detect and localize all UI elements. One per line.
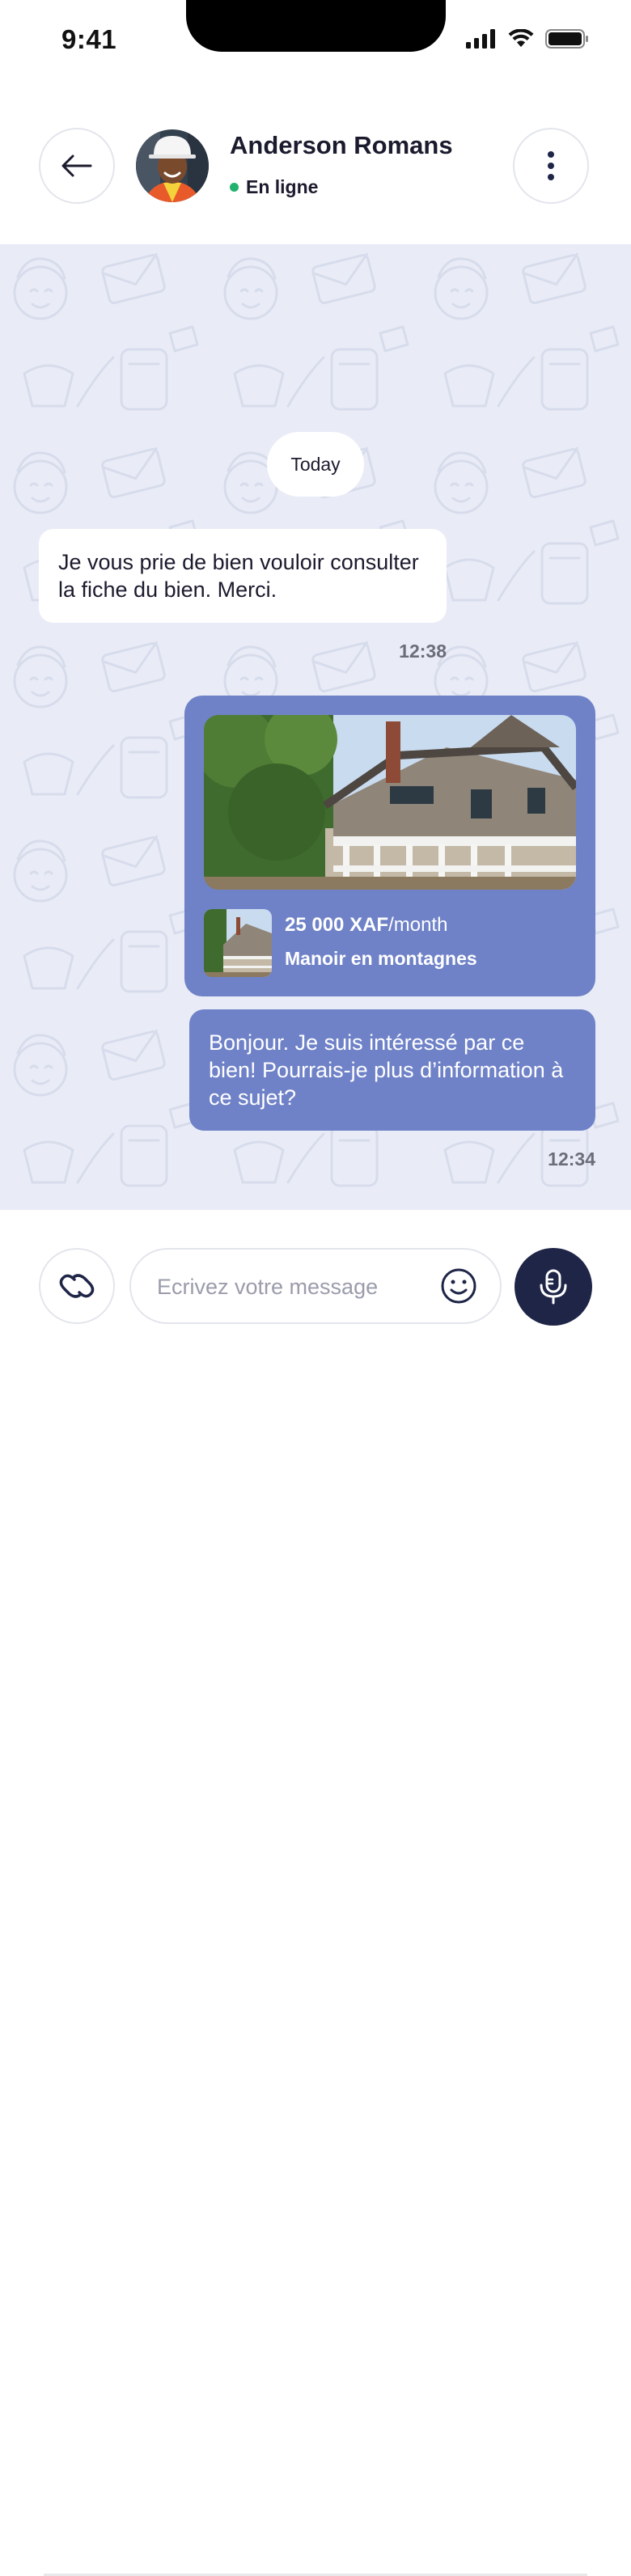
microphone-icon: [540, 1269, 567, 1305]
status-bar: 9:41: [0, 0, 631, 81]
voice-record-button[interactable]: [515, 1248, 592, 1326]
attach-button[interactable]: [39, 1248, 115, 1324]
arrow-left-icon: [61, 154, 92, 177]
vertical-dots-icon: [548, 151, 554, 180]
listing-photo[interactable]: [204, 715, 576, 890]
contact-status: En ligne: [230, 176, 318, 198]
smiley-icon: [441, 1268, 476, 1304]
listing-price-suffix: /month: [388, 914, 448, 936]
message-input[interactable]: [155, 1250, 434, 1324]
listing-title: Manoir en montagnes: [285, 948, 477, 969]
battery-icon: [545, 29, 588, 49]
status-time: 9:41: [61, 24, 117, 54]
signal-icon: [466, 29, 495, 49]
listing-card-message[interactable]: 25 000 XAF/month Manoir en montagnes: [184, 696, 595, 996]
message-timestamp: 12:38: [399, 641, 447, 662]
outgoing-message-bubble[interactable]: Bonjour. Je suis intéressé par ce bien! …: [189, 1009, 595, 1131]
message-composer: [0, 1211, 631, 2576]
back-button[interactable]: [39, 128, 115, 204]
listing-thumbnail[interactable]: [204, 909, 272, 977]
listing-price: 25 000 XAF/month: [285, 914, 447, 937]
contact-status-text: En ligne: [246, 176, 319, 197]
contact-name: Anderson Romans: [230, 131, 453, 159]
emoji-button[interactable]: [440, 1267, 477, 1305]
status-icons: [466, 29, 589, 49]
link-icon: [59, 1274, 95, 1298]
message-timestamp: 12:34: [548, 1148, 595, 1170]
contact-avatar[interactable]: [136, 129, 209, 202]
message-input-container[interactable]: [129, 1248, 502, 1324]
listing-price-amount: 25 000 XAF: [285, 914, 389, 936]
incoming-message-bubble[interactable]: Je vous prie de bien vouloir consulter l…: [39, 529, 447, 623]
more-options-button[interactable]: [513, 128, 589, 204]
message-text: Bonjour. Je suis intéressé par ce bien! …: [209, 1030, 564, 1110]
date-label: Today: [290, 453, 341, 475]
chat-messages-area[interactable]: Today Je vous prie de bien vouloir consu…: [0, 244, 631, 1210]
online-status-dot: [230, 183, 239, 192]
message-text: Je vous prie de bien vouloir consulter l…: [58, 550, 419, 602]
date-separator: Today: [267, 432, 364, 497]
chat-header: Anderson Romans En ligne: [0, 113, 631, 243]
wifi-icon: [508, 29, 534, 47]
device-notch: [186, 0, 446, 52]
